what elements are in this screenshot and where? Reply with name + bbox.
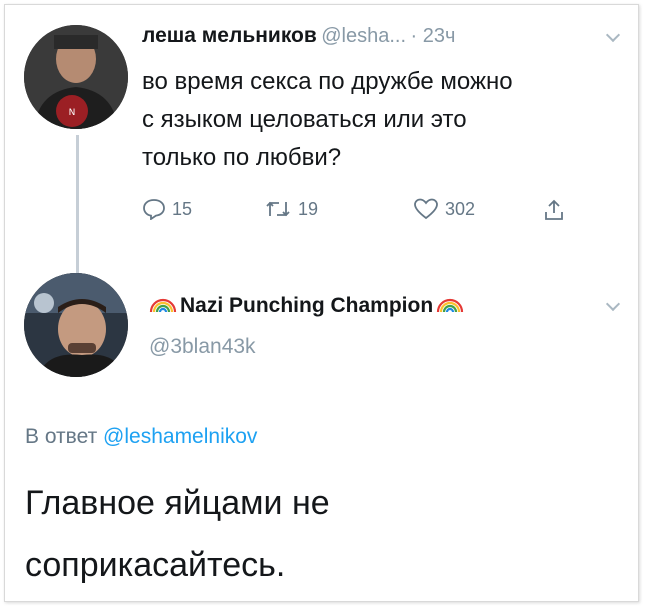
share-icon [542, 198, 566, 222]
reply-count: 15 [172, 198, 193, 219]
tweet-text-line: соприкасайтесь. [25, 546, 286, 584]
share-button[interactable] [542, 198, 566, 222]
chevron-down-icon[interactable] [605, 27, 621, 43]
reply-button[interactable]: 15 [142, 198, 192, 220]
reply-mention-link[interactable]: @leshamelnikov [103, 425, 257, 448]
author-name: Nazi Punching Champion [180, 294, 434, 317]
reply-icon [142, 198, 166, 220]
tweet2-author-name[interactable]: Nazi Punching Champion [149, 292, 464, 320]
tweet-text-line: только по любви? [142, 144, 342, 171]
author-handle[interactable]: @3blan43k [149, 335, 256, 359]
tweet-text-line: Главное яйцами не [25, 484, 330, 522]
rainbow-icon [436, 292, 464, 320]
tweet1-text: во время секса по дружбе можно с языком … [142, 63, 622, 177]
like-button[interactable]: 302 [413, 198, 475, 220]
author-name[interactable]: леша мельников [142, 24, 317, 47]
like-icon [413, 198, 439, 220]
svg-text:N: N [69, 108, 76, 118]
tweet-text-line: во время секса по дружбе можно [142, 68, 513, 95]
screenshot-frame: N леша мельников @lesha... · 23ч во врем… [4, 4, 639, 602]
tweet2-text: Главное яйцами не соприкасайтесь. [25, 472, 625, 596]
chevron-down-icon[interactable] [605, 296, 621, 312]
avatar-lesha[interactable]: N [24, 25, 128, 129]
reply-context: В ответ @leshamelnikov [25, 425, 257, 449]
retweet-count: 19 [298, 198, 319, 219]
avatar-3blan43k[interactable] [24, 273, 128, 377]
tweet-text-line: с языком целоваться или это [142, 106, 467, 133]
like-count: 302 [445, 198, 476, 219]
tweet1-header: леша мельников @lesha... · 23ч [142, 24, 455, 48]
tweet-time[interactable]: · 23ч [411, 25, 456, 47]
thread-connector-line [76, 135, 79, 275]
rainbow-icon [149, 292, 177, 320]
reply-prefix: В ответ [25, 425, 98, 448]
retweet-icon [264, 198, 292, 220]
retweet-button[interactable]: 19 [264, 198, 318, 220]
author-handle[interactable]: @lesha... [321, 25, 406, 47]
